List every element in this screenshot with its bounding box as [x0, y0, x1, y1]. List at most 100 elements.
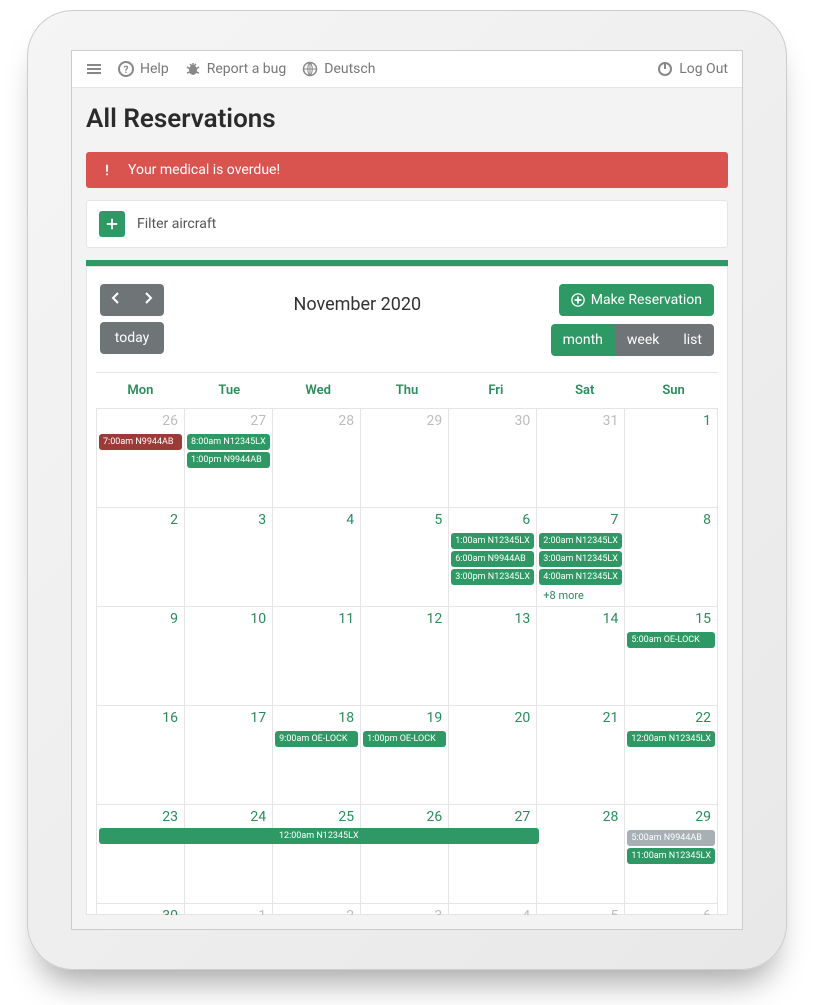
day-cell[interactable]: 20	[449, 705, 537, 804]
event[interactable]: 2:00am N12345LX	[539, 533, 622, 549]
day-number: 30	[162, 908, 178, 915]
day-cell[interactable]: 12	[361, 606, 449, 705]
day-cell[interactable]: 3	[185, 507, 273, 606]
calendar: MonTueWedThuFriSatSun 267:00am N9944AB27…	[96, 372, 718, 915]
day-number: 9	[170, 611, 178, 627]
day-number: 2	[170, 512, 178, 528]
hamburger-icon	[86, 61, 102, 77]
day-cell[interactable]: 28	[537, 804, 625, 903]
report-bug-link[interactable]: Report a bug	[185, 61, 287, 77]
menu-button[interactable]	[86, 61, 102, 77]
view-month-button[interactable]: month	[551, 324, 615, 356]
day-cell[interactable]: 14	[537, 606, 625, 705]
day-number: 30	[515, 413, 531, 429]
day-cell[interactable]: 21	[537, 705, 625, 804]
day-cell[interactable]: 9	[97, 606, 185, 705]
day-cell[interactable]: 4	[273, 507, 361, 606]
today-button[interactable]: today	[100, 322, 164, 354]
event[interactable]: 7:00am N9944AB	[99, 434, 182, 450]
day-cell[interactable]: 189:00am OE-LOCK	[273, 705, 361, 804]
view-week-button[interactable]: week	[615, 324, 671, 356]
day-cell[interactable]: 65:00am N9944AB	[625, 903, 718, 915]
alert-banner: Your medical is overdue!	[86, 152, 728, 188]
day-cell[interactable]: 26	[361, 804, 449, 903]
day-cell[interactable]: 27	[449, 804, 537, 903]
event[interactable]: 8:00am N12345LX	[187, 434, 270, 450]
prev-button[interactable]	[100, 284, 132, 316]
day-number: 22	[695, 710, 711, 726]
event[interactable]: 3:00pm N12345LX	[451, 569, 534, 585]
day-cell[interactable]: 3	[361, 903, 449, 915]
day-cell[interactable]: 17	[185, 705, 273, 804]
day-cell[interactable]: 2	[97, 507, 185, 606]
event[interactable]: 4:00am N12345LX	[539, 569, 622, 585]
event[interactable]: 12:00am N12345LX	[627, 731, 715, 747]
day-cell[interactable]: 155:00am OE-LOCK	[625, 606, 718, 705]
filter-aircraft-button[interactable]: Filter aircraft	[86, 200, 728, 248]
logout-link[interactable]: Log Out	[657, 61, 728, 77]
day-cell[interactable]: 26 7:00am N9944AB	[97, 408, 185, 507]
day-cell[interactable]: 29 5:00am N9944AB 11:00am N12345LX	[625, 804, 718, 903]
day-number: 4	[522, 908, 530, 915]
event[interactable]: 1:00am N12345LX	[451, 533, 534, 549]
day-number: 26	[162, 413, 178, 429]
view-list-button[interactable]: list	[671, 324, 714, 356]
day-cell[interactable]: 10	[185, 606, 273, 705]
day-cell[interactable]: 16	[97, 705, 185, 804]
screen: ? Help Report a bug Deutsch Log Out All …	[71, 50, 743, 930]
day-cell[interactable]: 23	[97, 804, 185, 903]
day-cell[interactable]: 31	[537, 408, 625, 507]
day-number: 3	[258, 512, 266, 528]
day-cell[interactable]: 30	[97, 903, 185, 915]
day-number: 21	[603, 710, 619, 726]
svg-text:?: ?	[124, 65, 129, 76]
day-number: 10	[250, 611, 266, 627]
event[interactable]: 1:00pm OE-LOCK	[363, 731, 446, 747]
calendar-panel: today November 2020 Make Reservation mon…	[86, 260, 728, 915]
day-cell[interactable]: 13	[449, 606, 537, 705]
nav-group	[100, 284, 164, 316]
day-cell[interactable]: 11	[273, 606, 361, 705]
day-cell[interactable]: 29	[361, 408, 449, 507]
day-cell[interactable]: 8	[625, 507, 718, 606]
day-cell[interactable]: 28	[273, 408, 361, 507]
help-icon: ?	[118, 61, 134, 77]
day-number: 23	[162, 809, 178, 825]
alert-text: Your medical is overdue!	[128, 162, 280, 178]
make-reservation-button[interactable]: Make Reservation	[559, 284, 714, 316]
event[interactable]: 5:00am N9944AB	[627, 830, 715, 846]
day-number: 29	[695, 809, 711, 825]
event[interactable]: 1:00pm N9944AB	[187, 452, 270, 468]
day-cell[interactable]: 278:00am N12345LX1:00pm N9944AB	[185, 408, 273, 507]
language-link[interactable]: Deutsch	[302, 61, 375, 77]
page-title: All Reservations	[86, 104, 728, 134]
day-number: 6	[522, 512, 530, 528]
day-cell[interactable]: 1	[185, 903, 273, 915]
day-header: Thu	[363, 373, 452, 408]
event[interactable]: 5:00am OE-LOCK	[627, 632, 715, 648]
day-cell[interactable]: 6 1:00am N12345LX 6:00am N9944AB 3:00pm N12…	[449, 507, 537, 606]
day-cell[interactable]: 191:00pm OE-LOCK	[361, 705, 449, 804]
day-cell[interactable]: 2	[273, 903, 361, 915]
event[interactable]: 6:00am N9944AB	[451, 551, 534, 567]
calendar-day-headers: MonTueWedThuFriSatSun	[96, 373, 718, 408]
event[interactable]: 11:00am N12345LX	[627, 848, 715, 864]
day-cell[interactable]: 24	[185, 804, 273, 903]
day-header: Mon	[96, 373, 185, 408]
day-cell[interactable]: 30	[449, 408, 537, 507]
more-link[interactable]: +8 more	[539, 587, 622, 604]
plus-icon-button[interactable]	[99, 211, 125, 237]
day-cell[interactable]: 25	[273, 804, 361, 903]
day-number: 31	[603, 413, 619, 429]
day-cell[interactable]: 1	[625, 408, 718, 507]
day-cell[interactable]: 4	[449, 903, 537, 915]
event[interactable]: 9:00am OE-LOCK	[275, 731, 358, 747]
event[interactable]: 3:00am N12345LX	[539, 551, 622, 567]
event-span[interactable]: 12:00am N12345LX	[99, 828, 539, 844]
day-cell[interactable]: 72:00am N12345LX3:00am N12345LX4:00am N1…	[537, 507, 625, 606]
help-link[interactable]: ? Help	[118, 61, 169, 77]
day-cell[interactable]: 5	[537, 903, 625, 915]
day-cell[interactable]: 5	[361, 507, 449, 606]
day-cell[interactable]: 22 12:00am N12345LX	[625, 705, 718, 804]
next-button[interactable]	[132, 284, 164, 316]
